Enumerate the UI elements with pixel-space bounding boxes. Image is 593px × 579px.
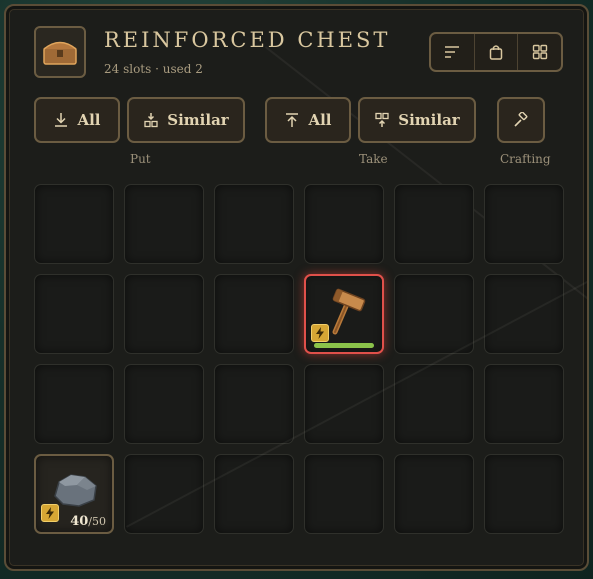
inventory-slot[interactable] [124, 184, 204, 264]
inventory-slot[interactable] [484, 364, 564, 444]
take-similar-label: Similar [398, 111, 460, 129]
bag-button[interactable] [475, 34, 519, 70]
inventory-slot[interactable] [484, 454, 564, 534]
grid-view-icon [532, 44, 547, 60]
durability-bar [314, 343, 374, 348]
inventory-panel: REINFORCED CHEST 24 slots · used 2 All S… [4, 4, 589, 571]
take-similar-button[interactable]: Similar [358, 97, 476, 143]
take-group-label: Take [359, 152, 388, 166]
inventory-slot[interactable] [394, 184, 474, 264]
lightning-icon [311, 324, 329, 342]
inventory-slot[interactable] [304, 184, 384, 264]
lightning-icon [41, 504, 59, 522]
hammer-icon [514, 112, 528, 127]
put-group-label: Put [130, 152, 151, 166]
stack-count-value: 40 [70, 514, 89, 529]
inventory-slot[interactable] [394, 274, 474, 354]
inventory-slot-hammer[interactable] [304, 274, 384, 354]
put-similar-label: Similar [167, 111, 229, 129]
inventory-slot[interactable] [34, 364, 114, 444]
inventory-slot[interactable] [484, 184, 564, 264]
upload-icon [286, 113, 299, 127]
inventory-slot[interactable] [484, 274, 564, 354]
download-icon [55, 113, 68, 127]
crafting-button[interactable] [497, 97, 545, 143]
put-similar-icon [144, 113, 158, 128]
inventory-slot[interactable] [124, 274, 204, 354]
inventory-slot[interactable] [124, 364, 204, 444]
inventory-slot[interactable] [34, 184, 114, 264]
inventory-slot-stone[interactable]: 40/50 [34, 454, 114, 534]
take-all-label: All [308, 111, 332, 129]
inventory-slot[interactable] [394, 364, 474, 444]
chest-icon [34, 26, 86, 78]
sort-icon [445, 46, 460, 58]
put-all-button[interactable]: All [34, 97, 120, 143]
inventory-slot[interactable] [394, 454, 474, 534]
inventory-slot[interactable] [304, 454, 384, 534]
take-similar-icon [375, 112, 389, 127]
sort-button[interactable] [431, 34, 475, 70]
inventory-slot[interactable] [214, 274, 294, 354]
take-all-button[interactable]: All [265, 97, 351, 143]
inventory-slot[interactable] [304, 364, 384, 444]
grid-view-button[interactable] [518, 34, 561, 70]
stack-count: 40/50 [70, 514, 106, 529]
stack-max: 50 [92, 515, 106, 528]
view-toolbar [429, 32, 563, 72]
slot-usage: 24 slots · used 2 [104, 62, 203, 76]
put-similar-button[interactable]: Similar [127, 97, 245, 143]
inventory-slot[interactable] [214, 364, 294, 444]
inventory-slot[interactable] [124, 454, 204, 534]
inventory-slot[interactable] [214, 184, 294, 264]
chest-title: REINFORCED CHEST [104, 28, 391, 52]
put-all-label: All [77, 111, 101, 129]
bag-icon [489, 45, 503, 60]
crafting-group-label: Crafting [500, 152, 551, 166]
inventory-slot[interactable] [214, 454, 294, 534]
inventory-grid: 40/50 [34, 184, 564, 534]
inventory-slot[interactable] [34, 274, 114, 354]
